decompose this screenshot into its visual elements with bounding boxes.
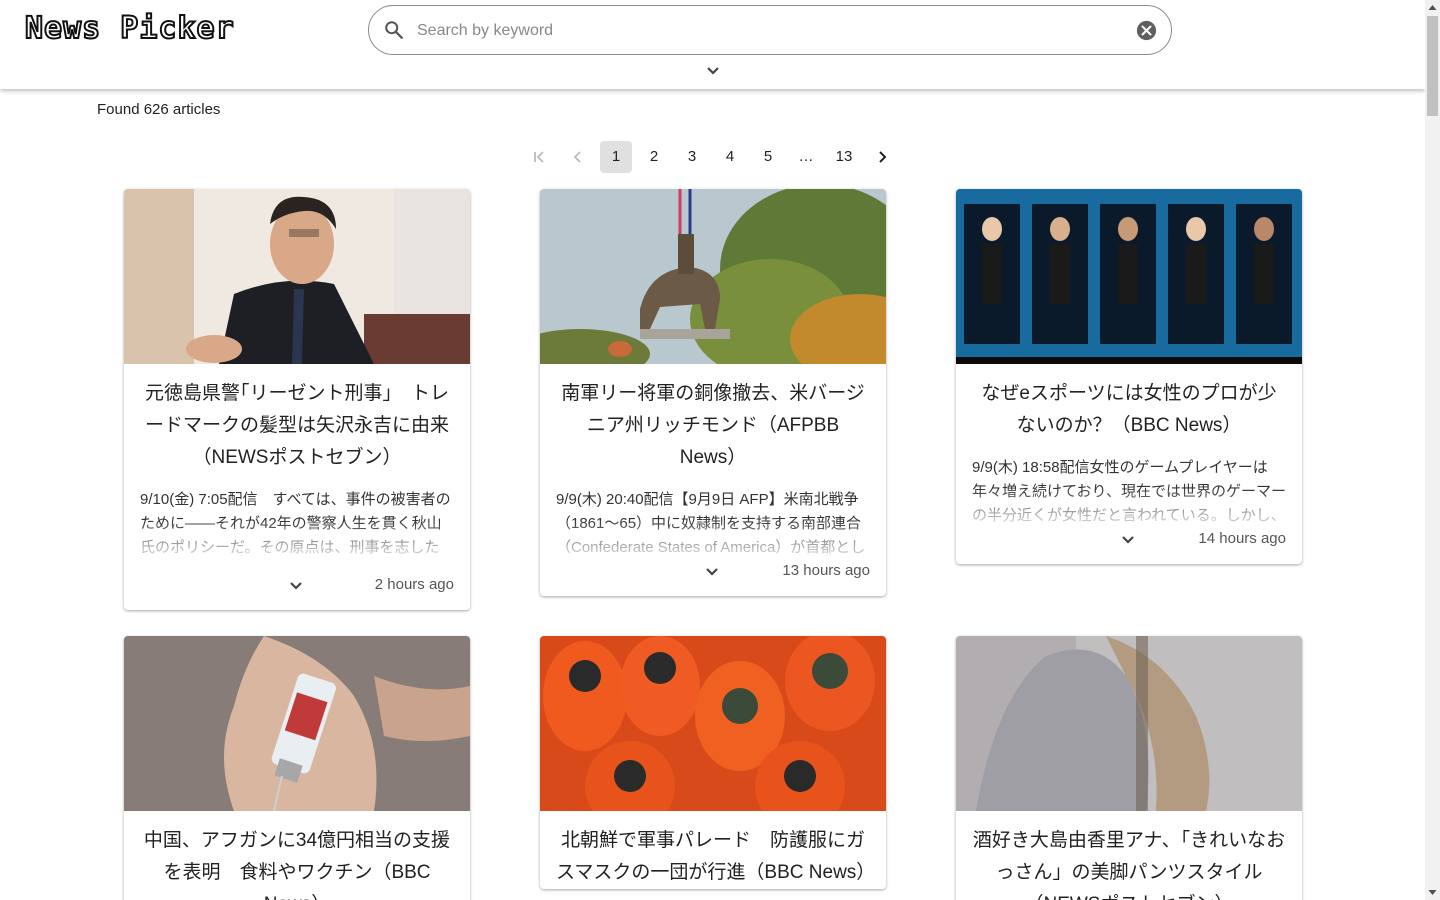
article-title[interactable]: なぜeスポーツには女性のプロが少ないのか？（BBC News） [956,364,1302,442]
page-button-1[interactable]: 1 [600,140,632,173]
scrollbar-thumb[interactable] [1427,16,1438,116]
article-card[interactable]: 南軍リー将軍の銅像撤去、米バージニア州リッチモンド（AFPBB News） 9/… [540,189,886,596]
article-thumbnail[interactable] [124,189,470,364]
article-title[interactable]: 中国、アフガンに34億円相当の支援を表明 食料やワクチン（BBC News） [124,811,470,900]
article-time: 14 hours ago [1198,530,1286,547]
article-card[interactable]: 中国、アフガンに34億円相当の支援を表明 食料やワクチン（BBC News） [124,636,470,900]
viewport: News Picker Found 626 articles [0,0,1425,900]
article-title[interactable]: 南軍リー将軍の銅像撤去、米バージニア州リッチモンド（AFPBB News） [540,364,886,474]
chevron-down-icon[interactable] [704,566,720,578]
next-page-icon [879,150,887,163]
article-footer: 14 hours ago [956,530,1302,564]
app-header: News Picker [0,0,1425,89]
chevron-down-icon[interactable] [288,580,304,592]
article-thumbnail[interactable] [956,189,1302,364]
article-thumbnail[interactable] [540,189,886,364]
article-card[interactable]: なぜeスポーツには女性のプロが少ないのか？（BBC News） 9/9(木) 1… [956,189,1302,564]
app-logo[interactable]: News Picker [24,10,235,47]
article-footer: 13 hours ago [540,562,886,596]
search-input[interactable] [417,18,1117,44]
search-icon[interactable] [383,19,405,41]
article-footer: 2 hours ago [124,564,470,610]
page-button-4[interactable]: 4 [714,141,746,173]
next-page-button[interactable] [866,141,898,173]
chevron-down-icon[interactable] [1120,534,1136,546]
article-thumbnail[interactable] [540,636,886,811]
page-button-5[interactable]: 5 [752,141,784,173]
article-time: 2 hours ago [374,576,454,593]
article-excerpt: 9/10(金) 7:05配信 すべては、事件の被害者のために――それが42年の警… [124,488,470,564]
article-thumbnail[interactable] [124,636,470,811]
chevron-down-icon[interactable] [704,64,722,78]
clear-icon[interactable] [1136,20,1157,41]
first-page-icon [534,150,544,163]
page-scrollbar[interactable] [1425,0,1440,900]
page-button-3[interactable]: 3 [676,141,708,173]
scroll-down-arrow-icon[interactable] [1425,885,1440,900]
article-title[interactable]: 北朝鮮で軍事パレード 防護服にガスマスクの一団が行進（BBC News） [540,811,886,889]
article-thumbnail[interactable] [956,636,1302,811]
page-ellipsis: … [798,148,814,165]
prev-page-button[interactable] [562,141,594,173]
scroll-up-arrow-icon[interactable] [1425,0,1440,15]
article-time: 13 hours ago [782,562,870,579]
page-button-2[interactable]: 2 [638,141,670,173]
pagination: 1 2 3 4 5 … 13 [524,140,904,173]
prev-page-icon [573,150,581,163]
page-button-13[interactable]: 13 [828,141,860,173]
article-card[interactable]: 元徳島県警｢リーゼント刑事｣ トレードマークの髪型は矢沢永吉に由来（NEWSポス… [124,189,470,610]
article-title[interactable]: 元徳島県警｢リーゼント刑事｣ トレードマークの髪型は矢沢永吉に由来（NEWSポス… [124,364,470,474]
search-bar [368,5,1172,55]
first-page-button[interactable] [524,141,556,173]
article-excerpt: 9/9(木) 20:40配信【9月9日 AFP】米南北戦争（1861～65）中に… [540,488,886,564]
article-title[interactable]: 酒好き大島由香里アナ、「きれいなおっさん」の美脚パンツスタイル（NEWSポストセ… [956,811,1302,900]
results-count: Found 626 articles [97,101,221,118]
article-card[interactable]: 北朝鮮で軍事パレード 防護服にガスマスクの一団が行進（BBC News） [540,636,886,889]
article-excerpt: 9/9(木) 18:58配信女性のゲームプレイヤーは年々増え続けており、現在では… [956,456,1302,532]
article-card[interactable]: 酒好き大島由香里アナ、「きれいなおっさん」の美脚パンツスタイル（NEWSポストセ… [956,636,1302,900]
